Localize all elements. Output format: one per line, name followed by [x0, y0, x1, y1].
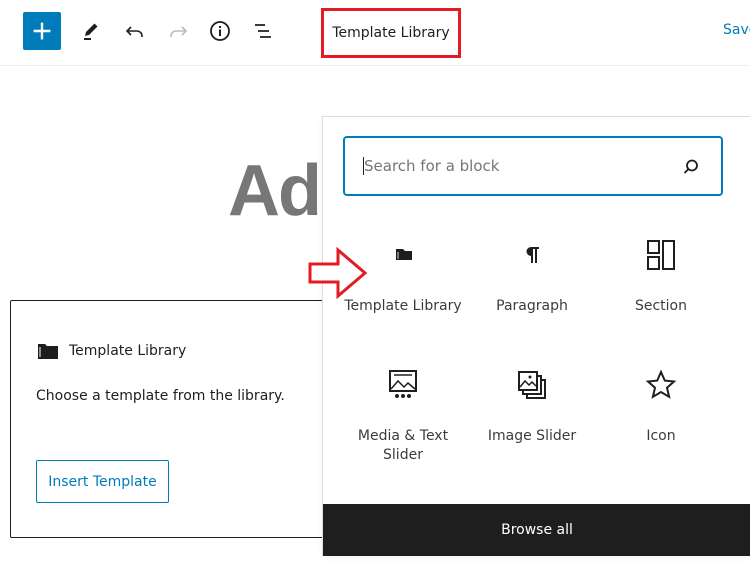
browse-all-button[interactable]: Browse all [323, 504, 750, 556]
block-description: Choose a template from the library. [36, 388, 285, 404]
list-view-button[interactable] [244, 12, 282, 50]
media-slider-icon [389, 370, 417, 398]
save-draft-button[interactable]: Save [723, 22, 750, 38]
block-item-label: Icon [646, 428, 676, 444]
document-title-label: Template Library [332, 25, 450, 41]
pencil-icon [84, 23, 98, 40]
redo-button[interactable] [159, 12, 197, 50]
block-item-section[interactable]: Section [596, 235, 726, 345]
pilcrow-icon [526, 247, 539, 263]
search-placeholder: Search for a block [364, 157, 500, 175]
star-icon [645, 369, 677, 399]
details-button[interactable] [201, 12, 239, 50]
block-item-label: Section [634, 298, 687, 314]
redo-icon [170, 26, 188, 37]
columns-icon [647, 240, 675, 270]
block-inserter-popover: Search for a block Template Library Para… [322, 116, 750, 556]
block-search-input[interactable]: Search for a block [343, 136, 723, 196]
folder-icon [396, 249, 412, 260]
editor-toolbar: Template Library Save [0, 0, 750, 66]
block-item-label: Media & Text Slider [357, 428, 449, 463]
block-header: Template Library [37, 342, 186, 360]
undo-button[interactable] [116, 12, 154, 50]
search-icon [683, 159, 698, 174]
block-item-label: Template Library [344, 298, 462, 314]
tools-button[interactable] [72, 12, 110, 50]
block-item-label: Image Slider [487, 428, 577, 444]
block-item-paragraph[interactable]: Paragraph [467, 235, 597, 345]
block-title: Template Library [69, 343, 187, 359]
template-library-block[interactable]: Template Library Choose a template from … [10, 300, 340, 538]
plus-icon [33, 22, 51, 40]
folder-icon [38, 344, 58, 359]
undo-icon [125, 26, 143, 37]
block-item-label: Paragraph [496, 298, 568, 314]
block-item-image-slider[interactable]: Image Slider [467, 365, 597, 475]
block-item-media-text-slider[interactable]: Media & Text Slider [338, 365, 468, 475]
list-view-icon [255, 24, 271, 38]
info-icon [210, 21, 230, 41]
post-title[interactable]: Ad [228, 150, 322, 232]
insert-template-button[interactable]: Insert Template [36, 460, 169, 503]
add-block-button[interactable] [23, 12, 61, 50]
annotation-arrow-icon [308, 247, 368, 299]
document-title[interactable]: Template Library [321, 8, 461, 58]
block-item-icon[interactable]: Icon [596, 365, 726, 475]
gallery-icon [518, 371, 546, 399]
